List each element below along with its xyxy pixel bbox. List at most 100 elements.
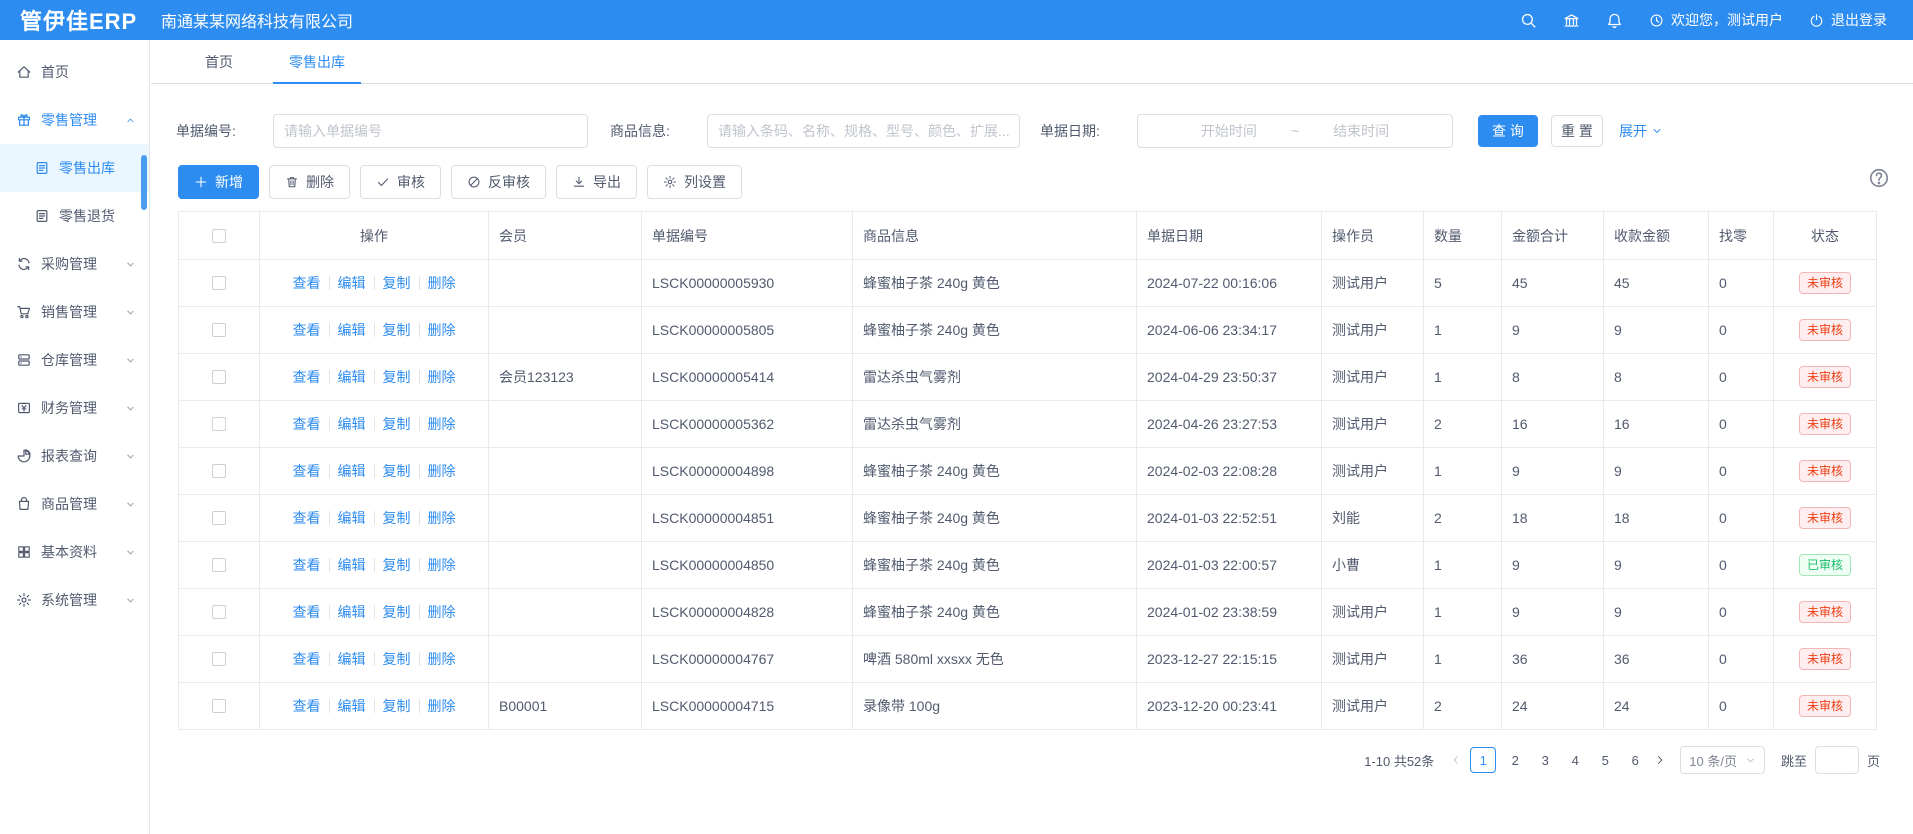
sidebar-item-finance-mgmt[interactable]: 财务管理 bbox=[0, 384, 149, 432]
cell-status: 未审核 bbox=[1774, 354, 1877, 401]
sidebar-item-purchase-mgmt[interactable]: 采购管理 bbox=[0, 240, 149, 288]
delete-link[interactable]: 删除 bbox=[419, 511, 464, 525]
edit-link[interactable]: 编辑 bbox=[329, 699, 374, 713]
sidebar-item-retail-mgmt[interactable]: 零售管理 bbox=[0, 96, 149, 144]
page-5[interactable]: 5 bbox=[1594, 747, 1616, 773]
copy-link[interactable]: 复制 bbox=[374, 511, 419, 525]
search-button[interactable]: 查 询 bbox=[1478, 115, 1538, 147]
select-all-checkbox[interactable] bbox=[212, 229, 226, 243]
page-size-select[interactable]: 10 条/页 bbox=[1680, 746, 1765, 774]
copy-link[interactable]: 复制 bbox=[374, 652, 419, 666]
row-checkbox[interactable] bbox=[212, 652, 226, 666]
view-link[interactable]: 查看 bbox=[285, 276, 329, 290]
copy-link[interactable]: 复制 bbox=[374, 464, 419, 478]
edit-link[interactable]: 编辑 bbox=[329, 276, 374, 290]
view-link[interactable]: 查看 bbox=[285, 605, 329, 619]
add-button[interactable]: 新增 bbox=[178, 165, 259, 199]
edit-link[interactable]: 编辑 bbox=[329, 370, 374, 384]
edit-link[interactable]: 编辑 bbox=[329, 323, 374, 337]
jump-to-input[interactable] bbox=[1815, 746, 1859, 774]
export-button[interactable]: 导出 bbox=[556, 165, 637, 199]
tab-bar: 首页 零售出库 bbox=[151, 40, 1913, 84]
row-checkbox[interactable] bbox=[212, 558, 226, 572]
product-info-input[interactable] bbox=[707, 114, 1020, 148]
sidebar-item-goods-mgmt[interactable]: 商品管理 bbox=[0, 480, 149, 528]
unaudit-button[interactable]: 反审核 bbox=[451, 165, 546, 199]
delete-button[interactable]: 删除 bbox=[269, 165, 350, 199]
delete-link[interactable]: 删除 bbox=[419, 323, 464, 337]
delete-link[interactable]: 删除 bbox=[419, 605, 464, 619]
cell-operator: 刘能 bbox=[1322, 495, 1424, 542]
help-icon[interactable] bbox=[1868, 167, 1890, 189]
delete-link[interactable]: 删除 bbox=[419, 464, 464, 478]
copy-link[interactable]: 复制 bbox=[374, 323, 419, 337]
view-link[interactable]: 查看 bbox=[285, 558, 329, 572]
copy-link[interactable]: 复制 bbox=[374, 605, 419, 619]
audit-button[interactable]: 审核 bbox=[360, 165, 441, 199]
download-icon bbox=[572, 175, 586, 189]
edit-link[interactable]: 编辑 bbox=[329, 511, 374, 525]
search-icon[interactable] bbox=[1520, 12, 1537, 29]
copy-link[interactable]: 复制 bbox=[374, 370, 419, 384]
view-link[interactable]: 查看 bbox=[285, 464, 329, 478]
row-checkbox[interactable] bbox=[212, 464, 226, 478]
sidebar-item-report-query[interactable]: 报表查询 bbox=[0, 432, 149, 480]
delete-link[interactable]: 删除 bbox=[419, 652, 464, 666]
sidebar-item-basic-data[interactable]: 基本资料 bbox=[0, 528, 149, 576]
sidebar-scrollbar-thumb[interactable] bbox=[141, 155, 147, 210]
reset-button[interactable]: 重 置 bbox=[1551, 115, 1603, 147]
view-link[interactable]: 查看 bbox=[285, 323, 329, 337]
sidebar-item-retail-outbound[interactable]: 零售出库 bbox=[0, 144, 149, 192]
order-no-input[interactable] bbox=[273, 114, 588, 148]
tab-home[interactable]: 首页 bbox=[189, 40, 249, 83]
delete-link[interactable]: 删除 bbox=[419, 558, 464, 572]
next-page-button[interactable] bbox=[1654, 754, 1666, 766]
row-checkbox[interactable] bbox=[212, 699, 226, 713]
date-range-input[interactable]: 开始时间 ~ 结束时间 bbox=[1137, 114, 1453, 148]
delete-link[interactable]: 删除 bbox=[419, 417, 464, 431]
row-checkbox[interactable] bbox=[212, 605, 226, 619]
status-badge: 未审核 bbox=[1799, 648, 1851, 670]
edit-link[interactable]: 编辑 bbox=[329, 464, 374, 478]
expand-toggle[interactable]: 展开 bbox=[1619, 121, 1663, 141]
edit-link[interactable]: 编辑 bbox=[329, 652, 374, 666]
page-2[interactable]: 2 bbox=[1504, 747, 1526, 773]
sidebar-item-warehouse-mgmt[interactable]: 仓库管理 bbox=[0, 336, 149, 384]
copy-link[interactable]: 复制 bbox=[374, 558, 419, 572]
view-link[interactable]: 查看 bbox=[285, 511, 329, 525]
row-checkbox[interactable] bbox=[212, 417, 226, 431]
column-settings-button[interactable]: 列设置 bbox=[647, 165, 742, 199]
sidebar-item-system-mgmt[interactable]: 系统管理 bbox=[0, 576, 149, 624]
view-link[interactable]: 查看 bbox=[285, 652, 329, 666]
view-link[interactable]: 查看 bbox=[285, 699, 329, 713]
tab-retail-outbound[interactable]: 零售出库 bbox=[273, 40, 361, 83]
sidebar-item-home[interactable]: 首页 bbox=[0, 48, 149, 96]
copy-link[interactable]: 复制 bbox=[374, 699, 419, 713]
sidebar-item-sales-mgmt[interactable]: 销售管理 bbox=[0, 288, 149, 336]
delete-link[interactable]: 删除 bbox=[419, 370, 464, 384]
user-welcome-menu[interactable]: 欢迎您，测试用户 bbox=[1649, 10, 1783, 30]
header-order-no: 单据编号 bbox=[642, 212, 853, 260]
edit-link[interactable]: 编辑 bbox=[329, 558, 374, 572]
page-4[interactable]: 4 bbox=[1564, 747, 1586, 773]
sidebar-item-retail-return[interactable]: 零售退货 bbox=[0, 192, 149, 240]
copy-link[interactable]: 复制 bbox=[374, 276, 419, 290]
page-6[interactable]: 6 bbox=[1624, 747, 1646, 773]
row-checkbox[interactable] bbox=[212, 276, 226, 290]
page-1[interactable]: 1 bbox=[1470, 747, 1496, 773]
edit-link[interactable]: 编辑 bbox=[329, 605, 374, 619]
delete-link[interactable]: 删除 bbox=[419, 699, 464, 713]
view-link[interactable]: 查看 bbox=[285, 370, 329, 384]
delete-link[interactable]: 删除 bbox=[419, 276, 464, 290]
bank-icon[interactable] bbox=[1563, 12, 1580, 29]
prev-page-button[interactable] bbox=[1450, 754, 1462, 766]
bell-icon[interactable] bbox=[1606, 12, 1623, 29]
row-checkbox[interactable] bbox=[212, 370, 226, 384]
row-checkbox[interactable] bbox=[212, 511, 226, 525]
view-link[interactable]: 查看 bbox=[285, 417, 329, 431]
edit-link[interactable]: 编辑 bbox=[329, 417, 374, 431]
page-3[interactable]: 3 bbox=[1534, 747, 1556, 773]
row-checkbox[interactable] bbox=[212, 323, 226, 337]
logout-button[interactable]: 退出登录 bbox=[1809, 10, 1887, 30]
copy-link[interactable]: 复制 bbox=[374, 417, 419, 431]
